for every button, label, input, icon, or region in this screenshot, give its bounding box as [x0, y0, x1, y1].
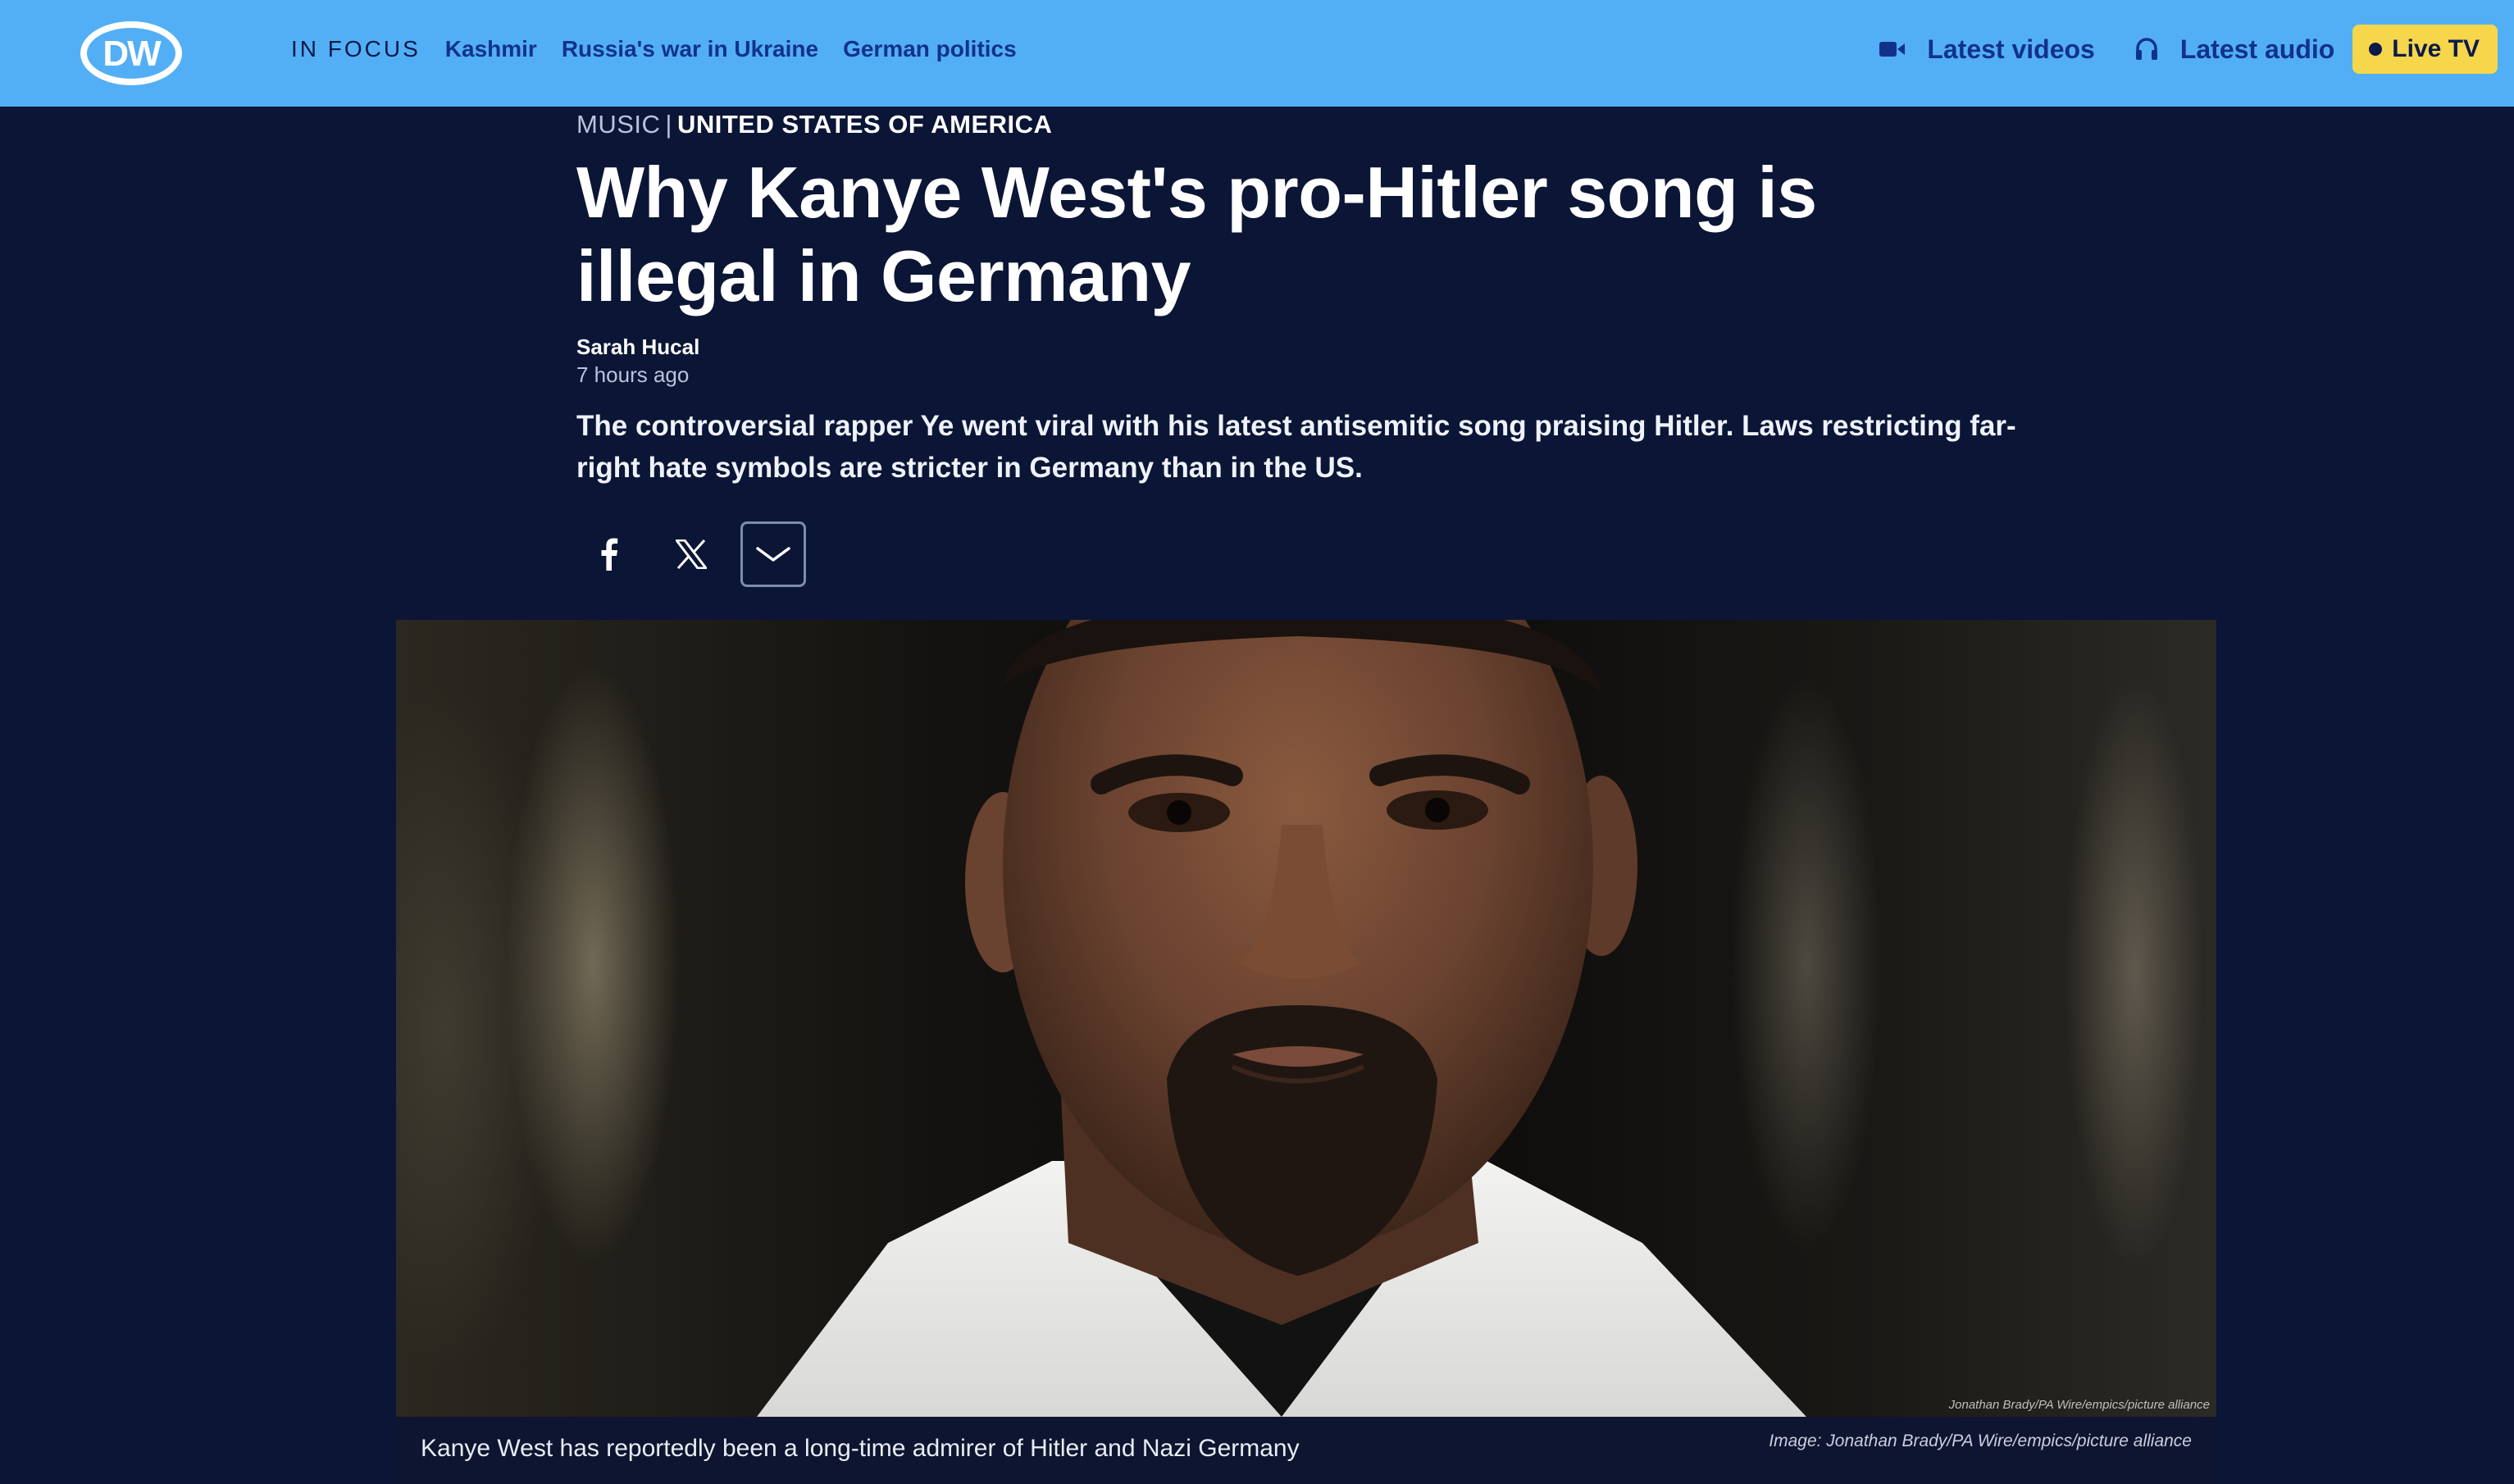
portrait-photo [757, 620, 1806, 1417]
share-facebook-button[interactable] [576, 521, 642, 587]
topic-link-kashmir[interactable]: Kashmir [445, 36, 537, 62]
media-nav: Latest videos Latest audio Live TV [1840, 0, 2498, 98]
topic-link-ukraine-war[interactable]: Russia's war in Ukraine [562, 36, 818, 62]
image-overlay-credit: Jonathan Brady/PA Wire/empics/picture al… [1948, 1398, 2210, 1412]
article-headline: Why Kanye West's pro-Hitler song is ille… [576, 152, 1817, 316]
author-name[interactable]: Sarah Hucal [576, 335, 699, 360]
video-camera-icon [1879, 42, 1906, 57]
latest-videos-link[interactable]: Latest videos [1879, 34, 2095, 65]
image-caption-bar: Kanye West has reportedly been a long-ti… [396, 1417, 2216, 1484]
logo-text: DW [102, 34, 162, 74]
article-kicker: MUSIC | UNITED STATES OF AMERICA [576, 110, 1052, 139]
top-navigation-bar: DW IN FOCUS Kashmir Russia's war in Ukra… [0, 0, 2514, 107]
article-teaser: The controversial rapper Ye went viral w… [576, 410, 2016, 484]
dw-logo-icon: DW [80, 21, 182, 85]
x-icon [676, 539, 707, 569]
latest-audio-link[interactable]: Latest audio [2134, 34, 2334, 65]
live-tv-label: Live TV [2392, 35, 2480, 62]
facebook-icon [601, 538, 618, 571]
latest-audio-label: Latest audio [2179, 34, 2335, 64]
kicker-separator: | [665, 110, 672, 139]
region-link[interactable]: UNITED STATES OF AMERICA [677, 110, 1052, 139]
headphones-icon [2135, 38, 2157, 60]
live-indicator-icon [2369, 43, 2383, 56]
in-focus-nav: IN FOCUS Kashmir Russia's war in Ukraine… [291, 0, 1017, 98]
dw-logo[interactable]: DW [79, 20, 184, 87]
publish-time: 7 hours ago [576, 362, 690, 387]
share-x-button[interactable] [658, 521, 724, 587]
topic-link-german-politics[interactable]: German politics [843, 36, 1017, 62]
article-hero-image[interactable]: Jonathan Brady/PA Wire/empics/picture al… [396, 620, 2216, 1417]
live-tv-button[interactable]: Live TV [2352, 25, 2498, 74]
share-bar [576, 521, 806, 587]
in-focus-label: IN FOCUS [291, 36, 421, 61]
image-credit: Image: Jonathan Brady/PA Wire/empics/pic… [1769, 1432, 2192, 1450]
share-more-button[interactable] [740, 521, 806, 587]
chevron-down-icon [756, 547, 790, 562]
image-caption: Kanye West has reportedly been a long-ti… [421, 1435, 1300, 1462]
category-link[interactable]: MUSIC [576, 110, 660, 139]
latest-videos-label: Latest videos [1927, 34, 2095, 64]
